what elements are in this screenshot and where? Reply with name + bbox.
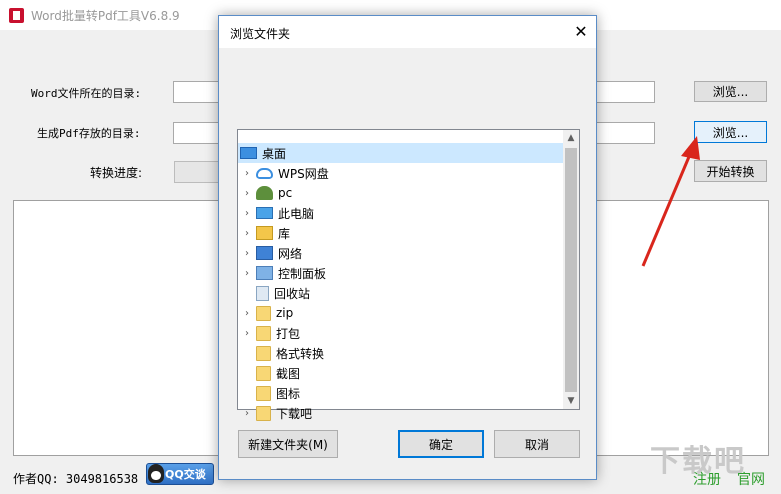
chevron-right-icon[interactable]: › [238, 268, 256, 279]
folder-icon [256, 405, 271, 421]
browse-pdf-dir-button[interactable]: 浏览... [694, 121, 767, 143]
chevron-right-icon[interactable]: › [238, 208, 256, 219]
tree-item[interactable]: › pc [238, 183, 564, 203]
tree-item-label: 控制面板 [278, 266, 327, 281]
tree-item-label: 网络 [278, 246, 303, 261]
author-qq: 作者QQ: 3049816538 [13, 472, 139, 486]
window-title: Word批量转Pdf工具V6.8.9 [31, 9, 180, 23]
chevron-right-icon[interactable]: › [238, 308, 256, 319]
tree-item-label: zip [276, 306, 294, 320]
tree-item[interactable]: › 控制面板 [238, 263, 564, 283]
cloud-icon [256, 167, 273, 179]
tree-item[interactable]: › 打包 [238, 323, 564, 343]
new-folder-button[interactable]: 新建文件夹(M) [238, 430, 338, 458]
scroll-up-icon[interactable]: ▲ [563, 130, 579, 146]
chevron-right-icon[interactable]: › [238, 228, 256, 239]
recycle-bin-icon [256, 285, 269, 301]
tree-item-label: WPS网盘 [278, 166, 329, 181]
tree-item-label: 格式转换 [276, 346, 325, 361]
official-site-link[interactable]: 官网 [737, 469, 765, 489]
chevron-right-icon[interactable]: › [238, 248, 256, 259]
folder-icon [256, 365, 271, 381]
tree-item-label: pc [278, 186, 293, 200]
app-logo-icon [9, 8, 24, 23]
tree-item[interactable]: › WPS网盘 [238, 163, 564, 183]
tree-item-label: 桌面 [262, 146, 287, 161]
progress-label: 转换进度: [90, 166, 143, 180]
progress-bar [174, 161, 224, 183]
tree-item[interactable]: › 此电脑 [238, 203, 564, 223]
folder-icon [256, 325, 271, 341]
word-dir-label: Word文件所在的目录: [31, 87, 142, 100]
tree-item[interactable]: › 网络 [238, 243, 564, 263]
tree-item-label: 打包 [276, 326, 301, 341]
folder-icon [256, 345, 271, 361]
tree-item-label: 库 [278, 226, 291, 241]
tree-item[interactable]: 格式转换 [238, 343, 564, 363]
tree-item[interactable]: › zip [238, 303, 564, 323]
chevron-right-icon[interactable]: › [238, 168, 256, 179]
tree-item-label: 图标 [276, 386, 301, 401]
dialog-title: 浏览文件夹 [230, 27, 291, 41]
browse-folder-dialog: 浏览文件夹 ✕ 桌面 › WPS网盘 › pc › 此电脑 › 库 › 网络 › 控制面板 回收站 › zip… [218, 15, 597, 480]
close-icon[interactable]: ✕ [571, 22, 591, 42]
user-icon [256, 186, 273, 200]
scroll-down-icon[interactable]: ▼ [563, 393, 579, 409]
ok-button[interactable]: 确定 [398, 430, 484, 458]
chevron-right-icon[interactable]: › [238, 408, 256, 419]
tree-item[interactable]: › 下载吧 [238, 403, 564, 423]
tree-item[interactable]: 图标 [238, 383, 564, 403]
tree-item-label: 此电脑 [278, 206, 315, 221]
folder-tree[interactable]: 桌面 › WPS网盘 › pc › 此电脑 › 库 › 网络 › 控制面板 回收站 › zip › 打包 格式转换截… [237, 129, 580, 421]
library-icon [256, 226, 273, 240]
tree-item[interactable]: 桌面 [238, 143, 564, 163]
computer-icon [256, 207, 273, 219]
network-icon [256, 246, 273, 260]
tree-item-label: 截图 [276, 366, 301, 381]
tree-item[interactable]: 截图 [238, 363, 564, 383]
register-link[interactable]: 注册 [693, 469, 721, 489]
cancel-button[interactable]: 取消 [494, 430, 580, 458]
tree-item-label: 回收站 [274, 286, 311, 301]
chevron-right-icon[interactable]: › [238, 328, 256, 339]
start-convert-button[interactable]: 开始转换 [694, 160, 767, 182]
tree-item[interactable]: 回收站 [238, 283, 564, 303]
folder-icon [256, 385, 271, 401]
chevron-right-icon[interactable]: › [238, 188, 256, 199]
pdf-dir-label: 生成Pdf存放的目录: [37, 127, 141, 140]
scroll-thumb[interactable] [565, 148, 577, 392]
browse-word-dir-button[interactable]: 浏览... [694, 81, 767, 102]
tree-item-label: 下载吧 [276, 406, 313, 421]
folder-icon [256, 305, 271, 321]
tree-item[interactable]: › 库 [238, 223, 564, 243]
qq-penguin-icon [148, 464, 164, 483]
control-panel-icon [256, 266, 273, 280]
desktop-icon [240, 147, 257, 159]
